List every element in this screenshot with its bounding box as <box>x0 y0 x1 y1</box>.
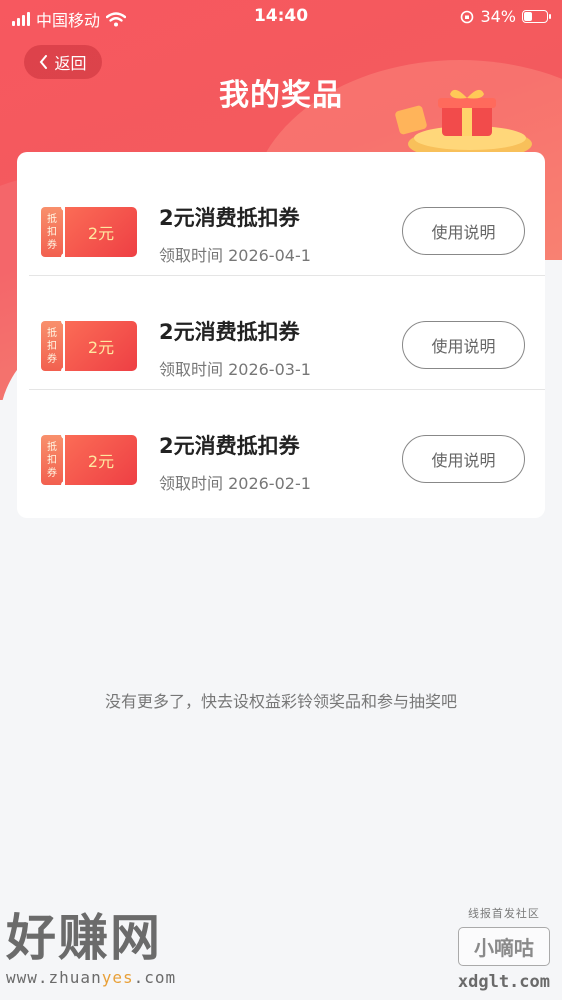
battery-icon <box>522 10 551 23</box>
watermark-url: xdglt.com <box>457 972 550 992</box>
prize-title: 2元消费抵扣券 <box>159 434 300 458</box>
prize-title: 2元消费抵扣券 <box>159 320 300 344</box>
coupon-ticket-icon: 抵扣券 2元 <box>41 203 137 261</box>
coupon-ticket-icon: 抵扣券 2元 <box>41 317 137 375</box>
watermark-xdgt: 线报首发社区 小嘀咕 xdglt.com <box>457 905 550 992</box>
orientation-lock-icon <box>461 10 474 23</box>
usage-instructions-button[interactable]: 使用说明 <box>402 321 525 369</box>
status-bar: 中国移动 14:40 34% <box>0 0 562 34</box>
watermark-title: 好赚网 <box>6 909 162 967</box>
coupon-ticket-icon: 抵扣券 2元 <box>41 431 137 489</box>
usage-instructions-button[interactable]: 使用说明 <box>402 435 525 483</box>
prize-list-card: 抵扣券 2元 2元消费抵扣券 领取时间 2026-04-1 使用说明 抵扣券 2… <box>17 152 545 518</box>
prize-date: 领取时间 2026-04-1 <box>159 246 311 265</box>
battery-percent: 34% <box>480 7 516 26</box>
prize-title: 2元消费抵扣券 <box>159 206 300 230</box>
coupon-value: 2元 <box>65 435 137 485</box>
gift-box-icon <box>395 89 532 158</box>
prize-date: 领取时间 2026-02-1 <box>159 474 311 493</box>
watermark-url: www.zhuanyes.com <box>6 968 177 987</box>
prize-date: 领取时间 2026-03-1 <box>159 360 311 379</box>
chevron-left-icon <box>40 55 48 69</box>
prize-row: 抵扣券 2元 2元消费抵扣券 领取时间 2026-04-1 使用说明 <box>29 162 545 276</box>
usage-instructions-button[interactable]: 使用说明 <box>402 207 525 255</box>
coupon-value: 2元 <box>65 207 137 257</box>
end-of-list-note: 没有更多了，快去设权益彩铃领奖品和参与抽奖吧 <box>104 692 457 711</box>
watermark-zhuanyes: 好赚网 www.zhuanyes.com <box>6 908 176 987</box>
prize-row: 抵扣券 2元 2元消费抵扣券 领取时间 2026-02-1 使用说明 <box>29 390 545 504</box>
watermark-tag: 线报首发社区 <box>467 907 540 920</box>
watermark-name: 小嘀咕 <box>457 927 550 966</box>
coupon-value: 2元 <box>65 321 137 371</box>
prize-row: 抵扣券 2元 2元消费抵扣券 领取时间 2026-03-1 使用说明 <box>29 276 545 390</box>
